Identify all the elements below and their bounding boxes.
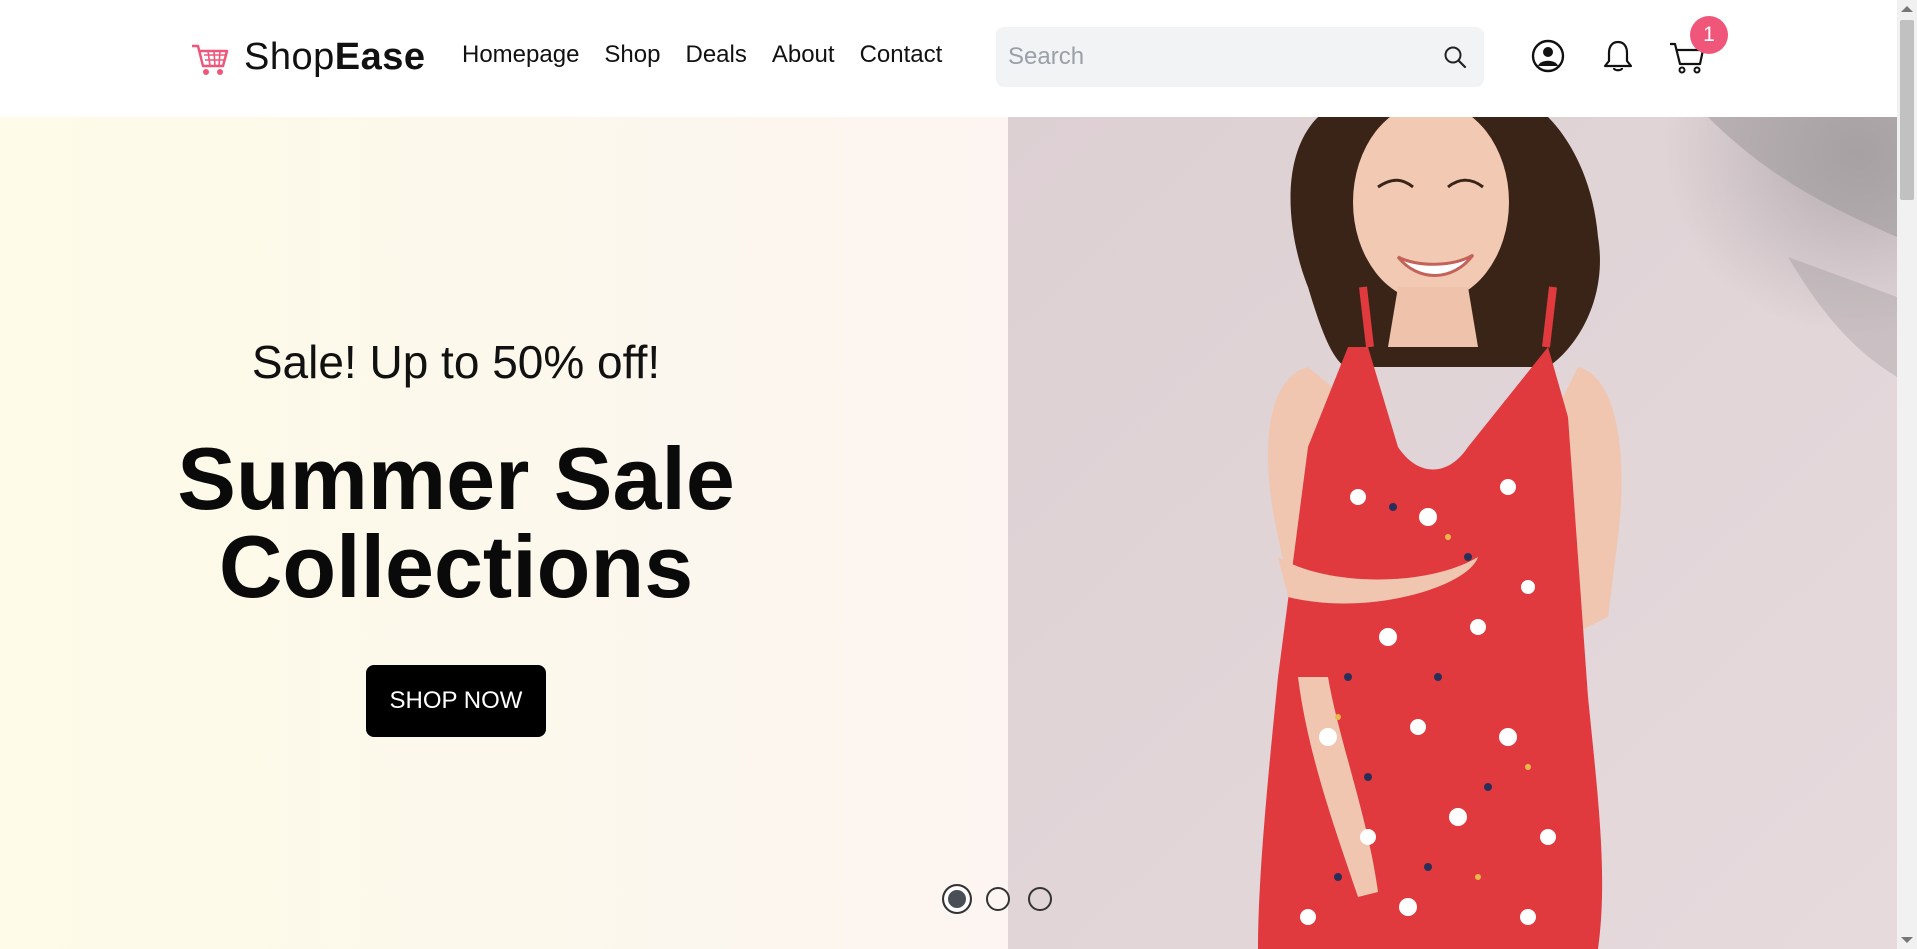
nav-about[interactable]: About (772, 41, 835, 69)
hero-title-line2: Collections (218, 517, 694, 616)
brand-name-light: Shop (244, 36, 335, 78)
search-input[interactable] (996, 43, 1416, 71)
brand-logo[interactable]: ShopEase (190, 36, 426, 79)
user-circle-icon[interactable] (1530, 38, 1566, 74)
scroll-down-arrow-icon[interactable] (1901, 937, 1913, 943)
brand-name: ShopEase (244, 36, 426, 79)
cart-count-badge: 1 (1690, 16, 1728, 54)
site-header: ShopEase Homepage Shop Deals About Conta… (0, 0, 1897, 117)
scroll-thumb[interactable] (1900, 20, 1914, 200)
nav-deals[interactable]: Deals (685, 41, 746, 69)
brand-name-bold: Ease (334, 36, 426, 78)
hero-banner: Sale! Up to 50% off! Summer Sale Collect… (0, 117, 1897, 949)
page-scrollbar[interactable] (1897, 0, 1917, 949)
shopping-cart-icon (192, 44, 229, 75)
bell-icon[interactable] (1600, 38, 1636, 74)
nav-contact[interactable]: Contact (860, 41, 943, 69)
carousel-indicators (942, 884, 1070, 914)
shop-now-button[interactable]: SHOP NOW (366, 665, 546, 737)
nav-homepage[interactable]: Homepage (462, 41, 579, 69)
carousel-dot-1[interactable] (942, 884, 972, 914)
search-icon[interactable] (1442, 44, 1468, 70)
search-bar (996, 27, 1484, 87)
nav-shop[interactable]: Shop (604, 41, 660, 69)
hero-model-image (1008, 117, 1897, 949)
hero-title: Summer Sale Collections (0, 435, 912, 611)
carousel-dot-2[interactable] (986, 887, 1010, 911)
hero-text-panel: Sale! Up to 50% off! Summer Sale Collect… (0, 117, 1008, 949)
carousel-dot-3[interactable] (1028, 887, 1052, 911)
main-nav: Homepage Shop Deals About Contact (462, 41, 967, 69)
scroll-up-arrow-icon[interactable] (1901, 6, 1913, 12)
hero-title-line1: Summer Sale (177, 429, 735, 528)
hero-subtitle: Sale! Up to 50% off! (251, 336, 661, 388)
